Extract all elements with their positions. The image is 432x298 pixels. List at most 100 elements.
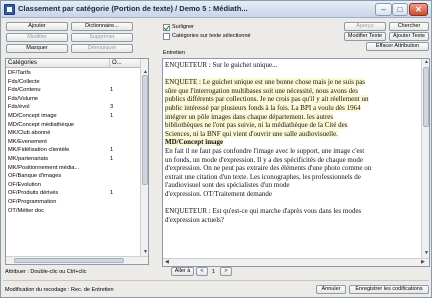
text-scroll-up-icon[interactable]: ▲ bbox=[424, 60, 429, 66]
list-item[interactable]: OF/Produits dérivés 1 bbox=[6, 189, 140, 198]
list-item[interactable]: MK/Fidélisation clientèle 1 bbox=[6, 146, 140, 155]
text-line[interactable]: public intéressé par plusieurs fonds à l… bbox=[165, 104, 361, 112]
text-line[interactable]: extrait une citation d'un texte. Les ico… bbox=[165, 173, 361, 181]
scroll-down-icon[interactable]: ▼ bbox=[143, 249, 148, 255]
maximize-button[interactable]: □ bbox=[392, 3, 408, 16]
text-line[interactable]: ENQUETEUR : Sur le guichet unique... bbox=[165, 61, 277, 69]
interview-text-area[interactable]: ENQUETEUR : Sur le guichet unique... ENQU… bbox=[162, 58, 430, 267]
next-page-button[interactable]: > bbox=[220, 267, 232, 276]
categories-vertical-scrollbar[interactable]: ▲ ▼ bbox=[140, 59, 148, 257]
category-count: 1 bbox=[110, 147, 114, 154]
enregistrer-codifications-button[interactable]: Enregistrer les codifications bbox=[349, 285, 429, 294]
text-line[interactable]: bibliothèques ne l'ont pas suivie, ni la… bbox=[165, 121, 348, 130]
status-divider bbox=[3, 280, 429, 281]
text-scroll-down-icon[interactable]: ▼ bbox=[424, 251, 429, 257]
category-name: MD/Concept image bbox=[8, 113, 57, 119]
text-line[interactable]: d'expression actuels? bbox=[165, 216, 224, 224]
text-line[interactable]: publics différents par collections. Je n… bbox=[165, 95, 369, 104]
categories-selection-label: Catégories sur texte sélectionné bbox=[172, 33, 251, 39]
list-item[interactable]: MD/Concept image 1 bbox=[6, 112, 140, 121]
list-item[interactable]: MK/partenariats 1 bbox=[6, 155, 140, 164]
category-name: MK/Positionnement média... bbox=[8, 164, 80, 171]
list-item[interactable]: MK/Positionnement média... bbox=[6, 164, 140, 173]
category-count: 1 bbox=[110, 87, 114, 94]
category-name: Fds/Collecte bbox=[8, 78, 40, 85]
window-title: Classement par catégorie (Portion de tex… bbox=[18, 4, 248, 13]
text-section-label: Entretien bbox=[163, 50, 186, 56]
list-item[interactable]: Fds/Collecte bbox=[6, 78, 140, 87]
close-button[interactable]: ✕ bbox=[409, 3, 428, 16]
text-line[interactable]: ENQUETEUR : Est qu'est-ce qui marche d'a… bbox=[165, 207, 361, 215]
text-line[interactable]: sûre que l'interrogation multibases soit… bbox=[165, 86, 358, 95]
category-name: OF/Produits dérivés bbox=[8, 190, 59, 197]
category-name: MK/Fidélisation clientèle bbox=[8, 147, 70, 154]
category-name: OT/Métier doc bbox=[8, 207, 45, 214]
hscroll-thumb[interactable] bbox=[14, 258, 124, 263]
text-scroll-right-icon[interactable]: ▶ bbox=[421, 260, 425, 266]
ajouter-button[interactable]: Ajouter bbox=[6, 22, 68, 31]
masquer-button[interactable]: Masquer bbox=[6, 44, 68, 53]
prev-page-button[interactable]: < bbox=[196, 267, 208, 276]
surligner-label: Surligner bbox=[172, 24, 195, 30]
text-line[interactable]: MD/Concept image bbox=[165, 138, 224, 147]
column-header-count[interactable]: O... bbox=[110, 59, 142, 68]
text-line[interactable]: un fonds, un mode d'expression. Il y a d… bbox=[165, 156, 363, 164]
text-line[interactable]: Sciences, ni la BNF qui vient d'ouvrir u… bbox=[165, 129, 338, 138]
category-name: OF/Banque d'images bbox=[8, 173, 62, 180]
text-horizontal-scrollbar[interactable]: ◀ ▶ bbox=[163, 258, 429, 266]
dictionnaire-button[interactable]: Dictionnaire... bbox=[71, 22, 133, 31]
attribuer-hint: Attribuer : Double-clic ou Ctrl+clic bbox=[5, 269, 87, 275]
supprimer-button[interactable]: Supprimer bbox=[71, 33, 133, 42]
surligner-checkbox[interactable] bbox=[163, 24, 170, 31]
text-line[interactable]: ENQUETE : Le guichet unique est une bonn… bbox=[165, 78, 366, 87]
categories-list[interactable]: Catégories O... DF/Tarifs Fds/Collecte Fds… bbox=[5, 58, 149, 265]
text-line[interactable]: l'audiovisuel sont des spécialistes d'un… bbox=[165, 181, 289, 189]
list-item[interactable]: MK/Club abonné bbox=[6, 129, 140, 138]
list-item[interactable]: OF/Evolution bbox=[6, 181, 140, 190]
minimize-button[interactable]: – bbox=[375, 3, 392, 16]
list-item[interactable]: MD/Concept médiathèque bbox=[6, 121, 140, 130]
categories-selection-checkbox[interactable] bbox=[163, 33, 170, 40]
category-name: MD/Concept médiathèque bbox=[8, 121, 75, 128]
list-item[interactable]: DF/Tarifs bbox=[6, 69, 140, 78]
effacer-attribution-button[interactable]: Effacer Attribution bbox=[366, 42, 429, 51]
title-bar[interactable]: Classement par catégorie (Portion de tex… bbox=[1, 1, 431, 18]
category-count: 1 bbox=[110, 190, 114, 197]
scroll-thumb[interactable] bbox=[142, 75, 148, 185]
category-count: 1 bbox=[110, 156, 114, 162]
category-name: Fds/Volume bbox=[8, 95, 39, 102]
text-vertical-scrollbar[interactable]: ▲ ▼ bbox=[421, 59, 429, 259]
modifier-button[interactable]: Modifier bbox=[6, 33, 68, 42]
text-line[interactable]: intégrer un pôle images dans chaque dépa… bbox=[165, 112, 334, 121]
modification-status: Modification du recodage : Rec. de Entre… bbox=[5, 287, 114, 293]
category-count: 1 bbox=[110, 113, 114, 119]
text-scroll-left-icon[interactable]: ◀ bbox=[165, 260, 169, 266]
list-item[interactable]: Fds/évol 3 bbox=[6, 103, 140, 112]
modifier-texte-button[interactable]: Modifier Texte bbox=[344, 32, 386, 41]
list-item[interactable]: Fds/Contenu 1 bbox=[6, 86, 140, 95]
apercu-button[interactable]: Aperçu bbox=[344, 22, 386, 31]
text-line[interactable]: d'expression. On ne peut pas extraire de… bbox=[165, 164, 371, 172]
category-name: MK/partenariats bbox=[8, 156, 49, 162]
category-name: Fds/évol bbox=[8, 104, 30, 111]
annuler-button[interactable]: Annuler bbox=[316, 285, 346, 294]
list-item[interactable]: MK/Evenement bbox=[6, 138, 140, 147]
category-name: MK/Club abonné bbox=[8, 130, 51, 137]
demasquer-button[interactable]: Démasquer bbox=[71, 44, 133, 53]
list-item[interactable]: Fds/Volume bbox=[6, 95, 140, 104]
list-item[interactable]: OF/Banque d'images bbox=[6, 172, 140, 181]
column-header-categories[interactable]: Catégories bbox=[6, 59, 110, 68]
category-name: MK/Evenement bbox=[8, 138, 47, 145]
list-item[interactable]: OT/Métier doc bbox=[6, 207, 140, 216]
page-number: 1 bbox=[212, 269, 216, 275]
categories-horizontal-scrollbar[interactable] bbox=[6, 256, 148, 264]
chercher-button[interactable]: Chercher bbox=[389, 22, 429, 31]
list-item[interactable]: OF/Programmation bbox=[6, 198, 140, 207]
classification-window: Classement par catégorie (Portion de tex… bbox=[0, 0, 432, 298]
text-scroll-thumb[interactable] bbox=[423, 67, 429, 127]
ajouter-texte-button[interactable]: Ajouter Texte bbox=[389, 32, 429, 41]
text-line[interactable]: En fait il ne faut pas confondre l'image… bbox=[165, 147, 364, 155]
category-count: 3 bbox=[110, 104, 114, 111]
aller-a-button[interactable]: Aller à bbox=[171, 267, 194, 276]
text-line[interactable]: d'expression. OT/Traitement demande bbox=[165, 190, 272, 198]
